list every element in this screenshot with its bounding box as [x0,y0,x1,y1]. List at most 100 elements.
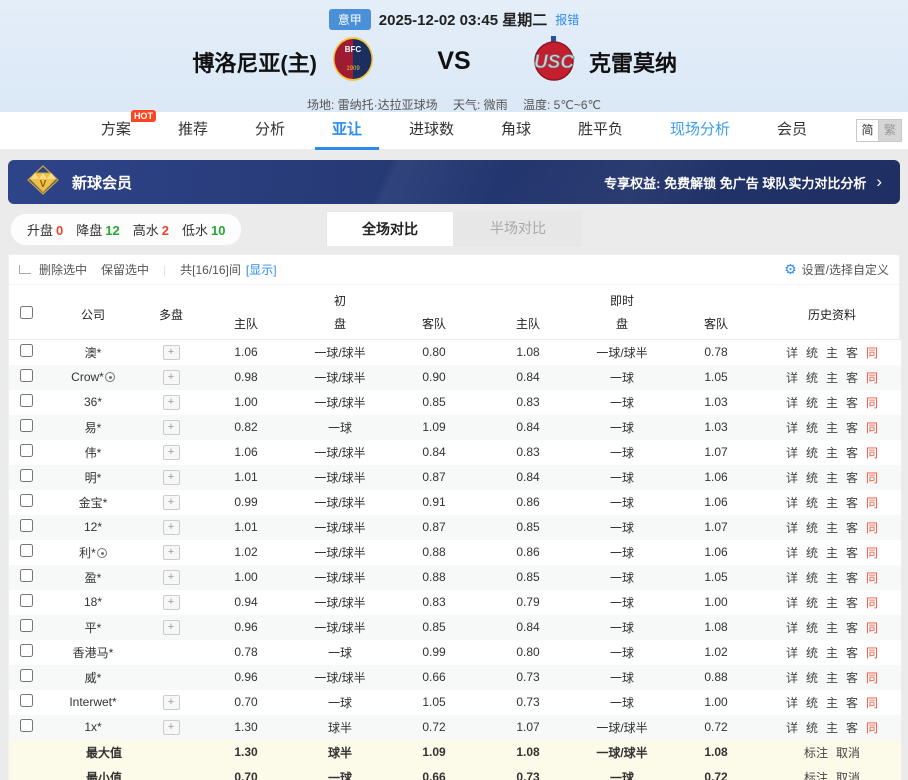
history-link-统[interactable]: 统 [806,671,818,685]
history-link-主[interactable]: 主 [826,471,838,485]
nav-tab-方案[interactable]: 方案HOT [84,112,148,150]
summary-action-取消[interactable]: 取消 [836,771,860,780]
history-link-详[interactable]: 详 [786,371,798,385]
history-link-同[interactable]: 同 [866,471,878,485]
expand-plus-button[interactable]: + [163,420,180,435]
history-link-主[interactable]: 主 [826,346,838,360]
history-link-客[interactable]: 客 [846,621,858,635]
history-link-客[interactable]: 客 [846,471,858,485]
history-link-主[interactable]: 主 [826,521,838,535]
invert-selection-icon[interactable] [19,265,31,274]
history-link-客[interactable]: 客 [846,571,858,585]
expand-plus-button[interactable]: + [163,620,180,635]
history-link-详[interactable]: 详 [786,646,798,660]
history-link-详[interactable]: 详 [786,521,798,535]
history-link-统[interactable]: 统 [806,596,818,610]
history-link-统[interactable]: 统 [806,346,818,360]
history-link-统[interactable]: 统 [806,496,818,510]
history-link-同[interactable]: 同 [866,571,878,585]
history-link-客[interactable]: 客 [846,346,858,360]
summary-action-标注[interactable]: 标注 [804,771,828,780]
row-checkbox[interactable] [20,719,33,732]
history-link-同[interactable]: 同 [866,721,878,735]
row-checkbox[interactable] [20,619,33,632]
history-link-主[interactable]: 主 [826,646,838,660]
nav-tab-分析[interactable]: 分析 [238,112,302,150]
expand-plus-button[interactable]: + [163,695,180,710]
league-badge[interactable]: 意甲 [329,9,371,30]
history-link-统[interactable]: 统 [806,571,818,585]
row-checkbox[interactable] [20,344,33,357]
show-link[interactable]: [显示] [246,261,277,278]
history-link-同[interactable]: 同 [866,396,878,410]
chevron-right-icon[interactable]: › [876,172,882,192]
nav-tab-亚让[interactable]: 亚让 [315,112,379,150]
summary-action-标注[interactable]: 标注 [804,746,828,760]
row-checkbox[interactable] [20,494,33,507]
history-link-客[interactable]: 客 [846,396,858,410]
history-link-客[interactable]: 客 [846,721,858,735]
history-link-同[interactable]: 同 [866,646,878,660]
history-link-详[interactable]: 详 [786,396,798,410]
history-link-同[interactable]: 同 [866,496,878,510]
history-link-同[interactable]: 同 [866,446,878,460]
row-checkbox[interactable] [20,694,33,707]
history-link-详[interactable]: 详 [786,346,798,360]
row-checkbox[interactable] [20,669,33,682]
row-checkbox[interactable] [20,369,33,382]
history-link-同[interactable]: 同 [866,371,878,385]
row-checkbox[interactable] [20,519,33,532]
expand-plus-button[interactable]: + [163,495,180,510]
history-link-客[interactable]: 客 [846,446,858,460]
select-all-checkbox[interactable] [20,306,33,319]
nav-tab-会员[interactable]: 会员 [760,112,824,150]
history-link-同[interactable]: 同 [866,421,878,435]
expand-plus-button[interactable]: + [163,545,180,560]
history-link-详[interactable]: 详 [786,496,798,510]
row-checkbox[interactable] [20,544,33,557]
summary-action-取消[interactable]: 取消 [836,746,860,760]
history-link-详[interactable]: 详 [786,621,798,635]
expand-plus-button[interactable]: + [163,720,180,735]
tab-full-match[interactable]: 全场对比 [326,211,454,247]
history-link-统[interactable]: 统 [806,371,818,385]
history-link-主[interactable]: 主 [826,396,838,410]
nav-tab-现场分析[interactable]: 现场分析 [653,112,747,150]
history-link-统[interactable]: 统 [806,721,818,735]
history-link-详[interactable]: 详 [786,596,798,610]
expand-plus-button[interactable]: + [163,345,180,360]
history-link-统[interactable]: 统 [806,446,818,460]
history-link-主[interactable]: 主 [826,546,838,560]
history-link-主[interactable]: 主 [826,496,838,510]
history-link-主[interactable]: 主 [826,621,838,635]
history-link-详[interactable]: 详 [786,571,798,585]
history-link-客[interactable]: 客 [846,521,858,535]
history-link-主[interactable]: 主 [826,721,838,735]
delete-selected-button[interactable]: 删除选中 [39,261,87,278]
expand-plus-button[interactable]: + [163,445,180,460]
history-link-详[interactable]: 详 [786,471,798,485]
history-link-同[interactable]: 同 [866,621,878,635]
history-link-客[interactable]: 客 [846,546,858,560]
lang-traditional-button[interactable]: 繁 [879,119,902,142]
history-link-同[interactable]: 同 [866,696,878,710]
history-link-主[interactable]: 主 [826,571,838,585]
row-checkbox[interactable] [20,444,33,457]
history-link-统[interactable]: 统 [806,646,818,660]
report-error-link[interactable]: 报错 [555,11,579,28]
row-checkbox[interactable] [20,594,33,607]
expand-plus-button[interactable]: + [163,520,180,535]
keep-selected-button[interactable]: 保留选中 [101,261,149,278]
tab-half-match[interactable]: 半场对比 [454,211,582,247]
row-checkbox[interactable] [20,644,33,657]
row-checkbox[interactable] [20,394,33,407]
history-link-同[interactable]: 同 [866,546,878,560]
history-link-统[interactable]: 统 [806,421,818,435]
history-link-主[interactable]: 主 [826,421,838,435]
history-link-主[interactable]: 主 [826,696,838,710]
history-link-详[interactable]: 详 [786,696,798,710]
history-link-统[interactable]: 统 [806,521,818,535]
expand-plus-button[interactable]: + [163,370,180,385]
history-link-主[interactable]: 主 [826,671,838,685]
row-checkbox[interactable] [20,469,33,482]
